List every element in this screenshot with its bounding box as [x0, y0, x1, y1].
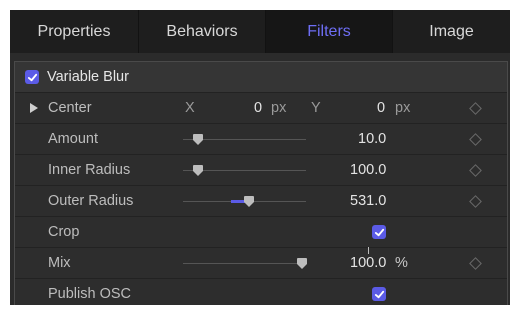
publish-osc-checkbox[interactable]	[372, 287, 386, 301]
param-row-amount: Amount 10.0	[15, 124, 507, 155]
mix-slider[interactable]	[183, 258, 307, 269]
crop-label: Crop	[48, 224, 80, 240]
outer-radius-slider[interactable]	[183, 196, 306, 207]
disclosure-triangle-icon[interactable]	[30, 103, 38, 113]
outer-radius-value[interactable]: 531.0	[350, 193, 386, 209]
checkmark-icon	[27, 73, 37, 81]
center-x-label: X	[185, 100, 195, 116]
center-x-unit: px	[271, 100, 287, 116]
slider-thumb-icon[interactable]	[193, 165, 203, 176]
checkmark-icon	[374, 290, 384, 298]
tab-properties[interactable]: Properties	[10, 10, 139, 53]
inner-radius-slider[interactable]	[183, 165, 306, 176]
publish-osc-label: Publish OSC	[48, 286, 132, 302]
param-row-mix: Mix 100.0 %	[15, 248, 507, 279]
center-label: Center	[48, 100, 92, 116]
slider-thumb-icon[interactable]	[193, 134, 203, 145]
param-row-inner-radius: Inner Radius 100.0	[15, 155, 507, 186]
slider-thumb-icon[interactable]	[297, 258, 307, 269]
slider-fill	[231, 200, 245, 203]
param-row-crop: Crop	[15, 217, 507, 248]
center-y-unit: px	[395, 100, 411, 116]
tab-behaviors[interactable]: Behaviors	[139, 10, 266, 53]
outer-radius-label: Outer Radius	[48, 193, 134, 209]
filter-header-row: Variable Blur	[15, 62, 507, 93]
crop-checkbox[interactable]	[372, 225, 386, 239]
keyframe-diamond-icon[interactable]	[469, 133, 482, 146]
keyframe-diamond-icon[interactable]	[469, 195, 482, 208]
pointer-callout-line	[368, 247, 369, 254]
param-row-publish-osc: Publish OSC	[15, 279, 507, 305]
center-y-value[interactable]: 0	[377, 100, 385, 116]
slider-thumb-icon[interactable]	[244, 196, 254, 207]
filter-name-label: Variable Blur	[47, 69, 129, 85]
inspector-tab-bar: Properties Behaviors Filters Image	[10, 10, 510, 53]
inner-radius-label: Inner Radius	[48, 162, 131, 178]
inner-radius-value[interactable]: 100.0	[350, 162, 386, 178]
tab-filters[interactable]: Filters	[266, 10, 393, 53]
mix-value[interactable]: 100.0	[350, 255, 386, 271]
center-y-label: Y	[311, 100, 321, 116]
inspector-panel: Properties Behaviors Filters Image Varia…	[10, 10, 510, 305]
filter-parameters-group: Variable Blur Center X 0 px Y 0 px Amoun…	[14, 61, 508, 305]
param-row-center: Center X 0 px Y 0 px	[15, 93, 507, 124]
param-row-outer-radius: Outer Radius 531.0	[15, 186, 507, 217]
keyframe-diamond-icon[interactable]	[469, 257, 482, 270]
mix-label: Mix	[48, 255, 71, 271]
amount-label: Amount	[48, 131, 98, 147]
amount-value[interactable]: 10.0	[358, 131, 386, 147]
center-x-value[interactable]: 0	[254, 100, 262, 116]
keyframe-diamond-icon[interactable]	[469, 102, 482, 115]
tab-image[interactable]: Image	[393, 10, 510, 53]
keyframe-diamond-icon[interactable]	[469, 164, 482, 177]
checkmark-icon	[374, 228, 384, 236]
amount-slider[interactable]	[183, 134, 306, 145]
filter-enable-checkbox[interactable]	[25, 70, 39, 84]
mix-unit: %	[395, 255, 408, 271]
